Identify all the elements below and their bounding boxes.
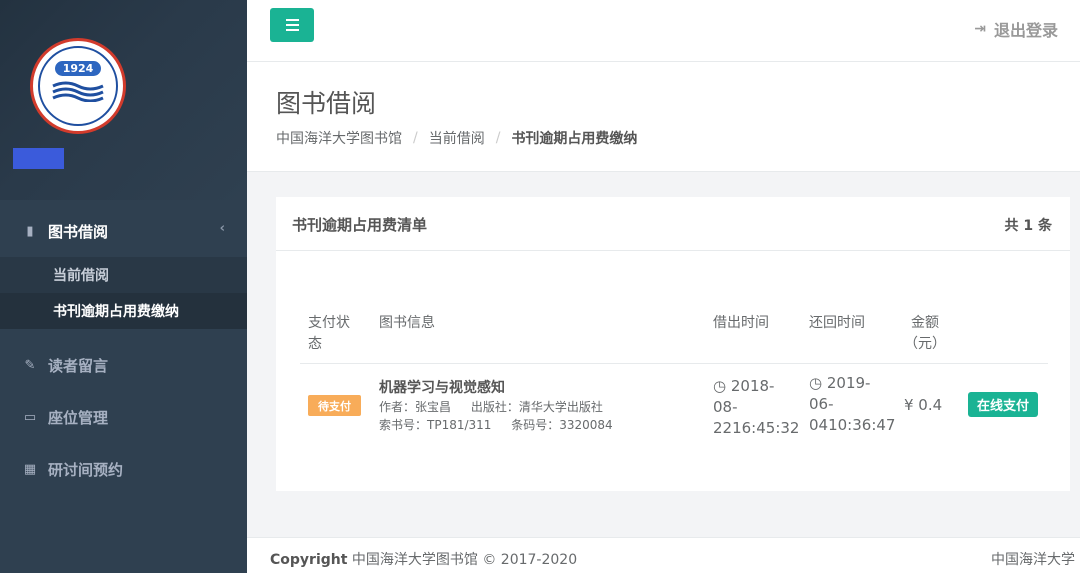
logo-emblem: 1924 bbox=[38, 46, 118, 126]
breadcrumb-home[interactable]: 中国海洋大学图书馆 bbox=[276, 128, 402, 148]
breadcrumb-separator: / bbox=[413, 130, 418, 146]
sidebar: 1924 ▮ 图书借阅 ‹ 当前借阅 书刊逾期占用费缴纳 ✎ 读者留言 ▭ 座位… bbox=[0, 0, 247, 573]
hamburger-icon-line bbox=[285, 29, 299, 31]
sidebar-subnav: 当前借阅 书刊逾期占用费缴纳 bbox=[0, 257, 247, 329]
pay-online-button[interactable]: 在线支付 bbox=[968, 392, 1038, 417]
copyright-text: 中国海洋大学图书馆 © 2017-2020 bbox=[351, 552, 578, 568]
footer: Copyright 中国海洋大学图书馆 © 2017-2020 中国海洋大学 bbox=[247, 537, 1080, 573]
menu-toggle-button[interactable] bbox=[270, 8, 314, 42]
sidebar-item-label: 座位管理 bbox=[48, 408, 109, 427]
logout-label: 退出登录 bbox=[993, 21, 1058, 40]
record-count: 共 1 条 bbox=[1004, 218, 1053, 234]
panel-title: 书刊逾期占用费清单 bbox=[292, 216, 428, 234]
overdue-fee-panel: 书刊逾期占用费清单 共 1 条 支付状 态 图书信息 借出时间 还回时间 金额 … bbox=[276, 197, 1070, 491]
book-icon: ▮ bbox=[26, 223, 34, 239]
sidebar-subitem-current-borrowing[interactable]: 当前借阅 bbox=[0, 257, 247, 293]
book-callno: 索书号：TP181/311 bbox=[379, 418, 492, 432]
chevron-left-icon: ‹ bbox=[219, 221, 225, 236]
calendar-icon: ▦ bbox=[23, 461, 37, 477]
panel-header: 书刊逾期占用费清单 共 1 条 bbox=[276, 197, 1070, 251]
breadcrumb: 中国海洋大学图书馆 / 当前借阅 / 书刊逾期占用费缴纳 bbox=[276, 128, 637, 148]
logo-year: 1924 bbox=[54, 60, 102, 76]
edit-icon: ✎ bbox=[24, 357, 36, 373]
page-heading: 图书借阅 中国海洋大学图书馆 / 当前借阅 / 书刊逾期占用费缴纳 bbox=[247, 62, 1080, 172]
column-header-status-line1: 支付状 bbox=[308, 315, 350, 331]
fee-amount: ¥ 0.4 bbox=[904, 396, 943, 414]
status-badge: 待支付 bbox=[308, 395, 361, 416]
return-time-line2: 06- bbox=[809, 395, 834, 413]
book-title: 机器学习与视觉感知 bbox=[379, 380, 505, 396]
copyright-label: Copyright bbox=[270, 552, 348, 568]
book-publisher: 出版社：清华大学出版社 bbox=[470, 400, 603, 414]
book-barcode: 条码号：3320084 bbox=[511, 418, 613, 432]
return-time-line1: ◷ 2019- bbox=[809, 373, 895, 394]
clock-icon: ◷ bbox=[713, 377, 731, 395]
borrow-time-line1: ◷ 2018- bbox=[713, 376, 799, 397]
column-header-status: 支付状 态 bbox=[308, 313, 350, 355]
sidebar-item-seat-management[interactable]: ▭ 座位管理 bbox=[0, 391, 247, 443]
sidebar-item-label: 研讨间预约 bbox=[48, 460, 124, 479]
user-avatar-block[interactable] bbox=[13, 148, 64, 169]
top-navbar: ⇥ 退出登录 bbox=[247, 0, 1080, 62]
sidebar-header: 1924 bbox=[0, 0, 247, 200]
sidebar-subitem-overdue-fee[interactable]: 书刊逾期占用费缴纳 bbox=[0, 293, 247, 329]
clock-icon: ◷ bbox=[809, 374, 827, 392]
column-header-amount: 金额 （元） bbox=[904, 313, 946, 355]
page-title: 图书借阅 bbox=[276, 89, 377, 118]
book-author: 作者：张宝昌 bbox=[379, 400, 452, 414]
sidebar-item-book-borrowing[interactable]: ▮ 图书借阅 ‹ bbox=[0, 205, 247, 257]
borrow-time-line2: 08- bbox=[713, 398, 738, 416]
sidebar-item-room-reservation[interactable]: ▦ 研讨间预约 bbox=[0, 443, 247, 495]
sidebar-item-label: 图书借阅 bbox=[48, 222, 109, 241]
table-divider bbox=[300, 363, 1048, 364]
logout-link[interactable]: ⇥ 退出登录 bbox=[974, 17, 1058, 41]
column-header-return-time: 还回时间 bbox=[809, 315, 865, 331]
column-header-amount-line2: （元） bbox=[904, 336, 946, 352]
breadcrumb-separator: / bbox=[495, 130, 501, 146]
desktop-icon: ▭ bbox=[23, 409, 37, 425]
borrow-time: ◷ 2018- 08- 2216:45:32 bbox=[713, 376, 799, 439]
book-meta-line1: 作者：张宝昌 出版社：清华大学出版社 bbox=[379, 398, 603, 415]
sign-out-icon: ⇥ bbox=[974, 21, 986, 37]
column-header-amount-line1: 金额 bbox=[911, 315, 939, 331]
breadcrumb-current-borrowing[interactable]: 当前借阅 bbox=[429, 128, 485, 148]
sidebar-item-label: 读者留言 bbox=[48, 356, 109, 375]
copyright: Copyright 中国海洋大学图书馆 © 2017-2020 bbox=[270, 549, 577, 569]
return-time-line3: 0410:36:47 bbox=[809, 416, 896, 434]
borrow-time-part: 2018- bbox=[730, 377, 775, 395]
return-time-part: 2019- bbox=[826, 374, 871, 392]
breadcrumb-active: 书刊逾期占用费缴纳 bbox=[511, 131, 638, 147]
sidebar-nav: ▮ 图书借阅 ‹ 当前借阅 书刊逾期占用费缴纳 ✎ 读者留言 ▭ 座位管理 ▦ … bbox=[0, 205, 247, 495]
book-meta-line2: 索书号：TP181/311 条码号：3320084 bbox=[379, 416, 613, 433]
sidebar-item-reader-messages[interactable]: ✎ 读者留言 bbox=[0, 339, 247, 391]
hamburger-icon-line bbox=[285, 24, 299, 26]
university-logo: 1924 bbox=[30, 38, 126, 134]
borrow-time-line3: 2216:45:32 bbox=[713, 419, 800, 437]
hamburger-icon bbox=[285, 19, 299, 21]
column-header-book: 图书信息 bbox=[379, 315, 435, 331]
return-time: ◷ 2019- 06- 0410:36:47 bbox=[809, 373, 895, 436]
column-header-status-line2: 态 bbox=[308, 336, 322, 352]
column-header-borrow-time: 借出时间 bbox=[713, 315, 769, 331]
waves-icon bbox=[52, 81, 104, 102]
footer-right-text: 中国海洋大学 bbox=[991, 552, 1075, 568]
